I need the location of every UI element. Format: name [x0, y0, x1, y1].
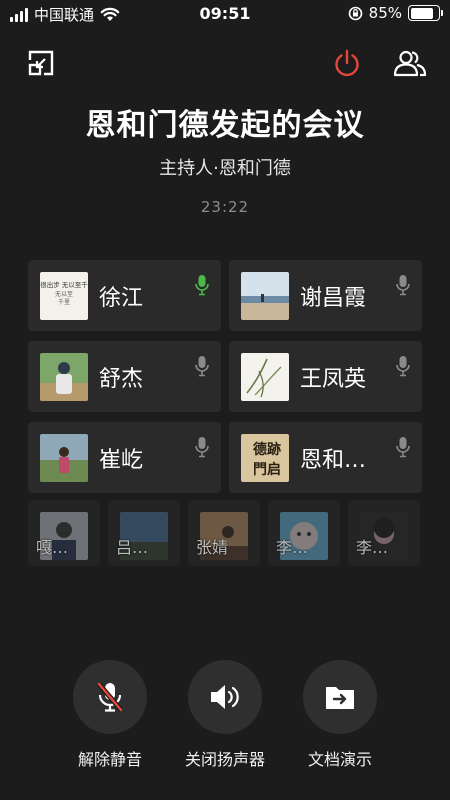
avatar: 不很出步 无以至千里 无以至 千里: [40, 271, 88, 320]
meeting-duration: 23:22: [200, 198, 250, 216]
pending-participant[interactable]: 吕…: [108, 500, 180, 566]
participant-card[interactable]: 王凤英: [229, 341, 422, 412]
avatar: [241, 352, 289, 401]
pending-participant[interactable]: 嘎…: [28, 500, 100, 566]
members-button[interactable]: [392, 46, 428, 80]
speaker-off-button[interactable]: [188, 660, 262, 734]
svg-text:德: 德: [253, 441, 267, 458]
svg-text:跡: 跡: [267, 441, 281, 458]
speaker-control: 关闭扬声器: [170, 660, 280, 770]
mic-icon: [396, 437, 410, 458]
participant-name: 恩和…: [300, 447, 367, 473]
participant-grid: 不很出步 无以至千里 无以至 千里 徐江 谢昌霞: [28, 260, 422, 493]
end-meeting-button[interactable]: [330, 46, 364, 80]
pending-participant[interactable]: 李…: [268, 500, 340, 566]
svg-text:門: 門: [253, 462, 267, 478]
battery-percent: 85%: [368, 4, 402, 22]
participant-name: 徐江: [99, 285, 144, 311]
svg-text:千里: 千里: [58, 298, 70, 306]
unmute-control: 解除静音: [55, 660, 165, 770]
participant-card[interactable]: 德 跡 門 启 恩和…: [229, 422, 422, 493]
avatar-calligraphy: 不很出步 无以至千里: [40, 280, 88, 289]
document-present-label: 文档演示: [307, 750, 372, 769]
unmute-label: 解除静音: [77, 750, 142, 769]
members-icon: [393, 50, 427, 77]
speaker-off-label: 关闭扬声器: [184, 750, 265, 769]
mic-icon: [396, 275, 410, 296]
document-control: 文档演示: [285, 660, 395, 770]
power-icon: [335, 49, 359, 77]
speaker-icon: [211, 685, 239, 709]
participant-card[interactable]: 崔屹: [28, 422, 221, 493]
pending-participants: 嘎… 吕… 张婧 李… 李…: [28, 500, 422, 566]
folder-share-icon: [326, 687, 354, 709]
participant-card[interactable]: 谢昌霞: [229, 260, 422, 331]
avatar: 德 跡 門 启: [241, 433, 289, 482]
mic-icon: [195, 356, 209, 377]
mic-active-icon: [195, 275, 209, 296]
mic-muted-icon: [97, 682, 123, 712]
participant-name: 舒杰: [99, 366, 144, 392]
participant-name: 张婧: [196, 538, 229, 557]
minimize-icon: [28, 50, 54, 76]
document-present-button[interactable]: [303, 660, 377, 734]
svg-text:无以至: 无以至: [55, 291, 73, 298]
svg-text:启: 启: [267, 461, 281, 478]
meeting-title: 恩和门德发起的会议: [85, 108, 365, 143]
mic-icon: [396, 356, 410, 377]
mic-icon: [195, 437, 209, 458]
pending-participant[interactable]: 李…: [348, 500, 420, 566]
pending-participant[interactable]: 张婧: [188, 500, 260, 566]
orientation-lock-icon: [348, 6, 362, 20]
participant-name: 李…: [356, 538, 389, 557]
status-bar: 中国联通 09:51 85%: [0, 0, 450, 30]
participant-card[interactable]: 舒杰: [28, 341, 221, 412]
participant-name: 谢昌霞: [300, 285, 367, 311]
avatar: [241, 271, 289, 320]
participant-name: 王凤英: [300, 366, 367, 392]
minimize-window-button[interactable]: [26, 48, 56, 78]
avatar: [40, 433, 88, 482]
participant-card[interactable]: 不很出步 无以至千里 无以至 千里 徐江: [28, 260, 221, 331]
participant-name: 吕…: [116, 538, 149, 557]
participant-name: 李…: [276, 538, 309, 557]
avatar: [40, 352, 88, 401]
battery-icon: [408, 5, 443, 21]
participant-name: 嘎…: [36, 538, 69, 557]
host-label: 主持人·恩和门德: [159, 158, 291, 179]
unmute-button[interactable]: [73, 660, 147, 734]
participant-name: 崔屹: [99, 447, 144, 473]
